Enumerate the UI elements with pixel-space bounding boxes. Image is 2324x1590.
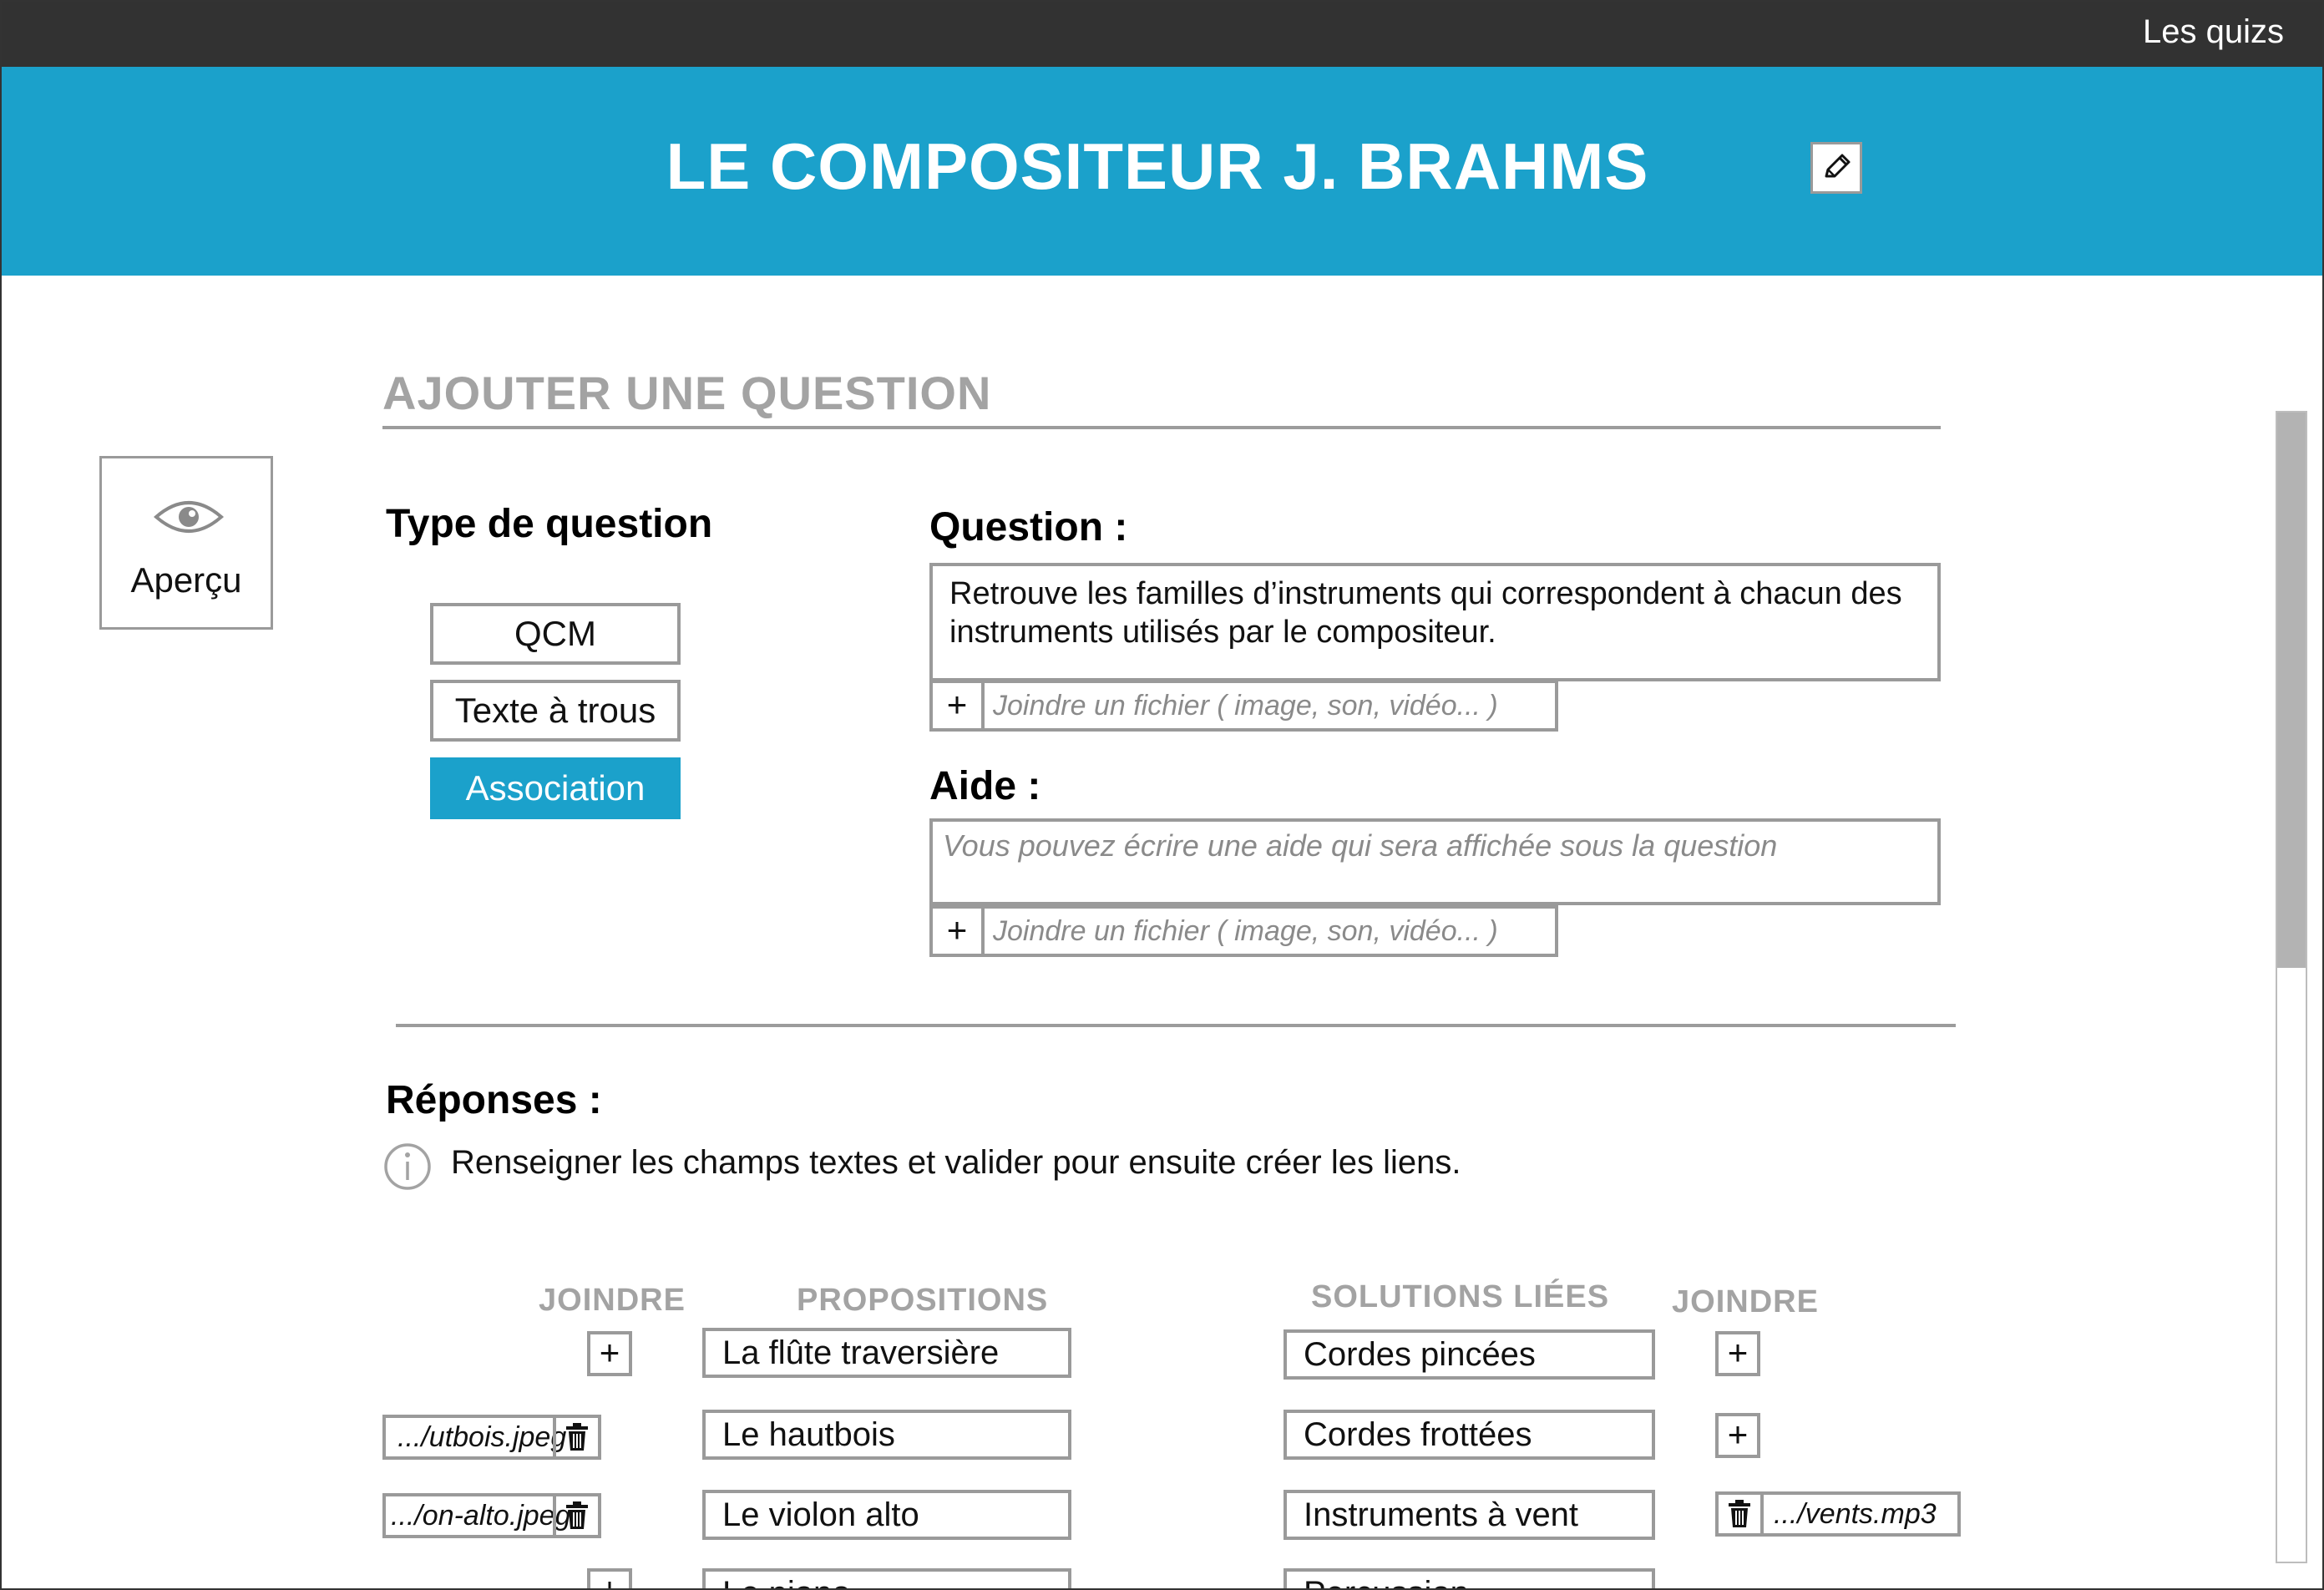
column-header-join-left: JOINDRE [539, 1283, 686, 1318]
eye-icon [154, 501, 224, 533]
solution-field[interactable]: Percussion [1284, 1568, 1655, 1588]
add-file-button[interactable]: + [1715, 1413, 1760, 1458]
quiz-title-text: LE COMPOSITEUR J. BRAHMS [666, 129, 1649, 203]
column-header-propositions: PROPOSITIONS [797, 1283, 1049, 1318]
solution-field[interactable]: Instruments à vent [1284, 1490, 1655, 1540]
quiz-title: LE COMPOSITEUR J. BRAHMS [2, 129, 2322, 205]
top-bar: Les quizs [2, 2, 2322, 67]
trash-icon [566, 1501, 588, 1529]
type-fill-in-button[interactable]: Texte à trous [430, 680, 681, 742]
column-header-join-right: JOINDRE [1672, 1284, 1819, 1319]
preview-button[interactable]: Aperçu [99, 456, 273, 630]
add-file-button[interactable]: + [933, 909, 985, 954]
add-file-button[interactable]: + [1715, 1331, 1760, 1376]
proposition-field[interactable]: La flûte traversière [702, 1328, 1071, 1378]
file-name: .../vents.mp3 [1774, 1498, 1937, 1530]
solution-field[interactable]: Cordes frottées [1284, 1410, 1655, 1460]
proposition-field[interactable]: Le piano [702, 1568, 1071, 1588]
quizzes-link[interactable]: Les quizs [2143, 13, 2284, 51]
delete-file-button[interactable] [553, 1496, 598, 1535]
solution-field[interactable]: Cordes pincées [1284, 1329, 1655, 1380]
delete-file-button[interactable] [553, 1418, 598, 1456]
trash-icon [1729, 1500, 1750, 1527]
type-qcm-button[interactable]: QCM [430, 603, 681, 665]
column-header-solutions: SOLUTIONS LIÉES [1311, 1279, 1610, 1314]
help-heading: Aide : [929, 764, 1041, 808]
type-association-button[interactable]: Association [430, 757, 681, 819]
file-name: .../on-alto.jpeg [391, 1500, 571, 1532]
add-file-button[interactable]: + [933, 683, 985, 728]
attach-placeholder: Joindre un fichier ( image, son, vidéo..… [993, 915, 1498, 947]
add-file-button[interactable]: + [587, 1331, 632, 1376]
question-type-heading: Type de question [386, 502, 713, 546]
add-file-button[interactable]: + [587, 1568, 632, 1588]
info-icon [384, 1143, 431, 1190]
preview-label: Aperçu [130, 560, 242, 600]
help-attach-field[interactable]: + Joindre un fichier ( image, son, vidéo… [929, 905, 1558, 957]
scrollbar-thumb[interactable] [2277, 413, 2306, 968]
app-window: Les quizs LE COMPOSITEUR J. BRAHMS AJOUT… [0, 0, 2324, 1590]
trash-icon [566, 1423, 588, 1451]
proposition-field[interactable]: Le hautbois [702, 1410, 1071, 1460]
attached-file[interactable]: .../utbois.jpeg [382, 1415, 601, 1460]
answers-divider [396, 1024, 1956, 1027]
file-name: .../utbois.jpeg [397, 1421, 567, 1453]
attach-placeholder: Joindre un fichier ( image, son, vidéo..… [993, 690, 1498, 722]
proposition-field[interactable]: Le violon alto [702, 1490, 1071, 1540]
pencil-icon [1825, 154, 1851, 178]
question-attach-field[interactable]: + Joindre un fichier ( image, son, vidéo… [929, 680, 1558, 732]
answers-heading: Réponses : [386, 1078, 602, 1122]
section-title: AJOUTER UNE QUESTION [382, 367, 992, 419]
delete-file-button[interactable] [1719, 1495, 1764, 1533]
scrollbar[interactable] [2276, 411, 2307, 1563]
attached-file[interactable]: .../on-alto.jpeg [382, 1493, 601, 1538]
question-heading: Question : [929, 505, 1128, 549]
quiz-header: LE COMPOSITEUR J. BRAHMS [2, 67, 2322, 276]
question-textarea[interactable]: Retrouve les familles d’instruments qui … [929, 563, 1941, 681]
help-textarea[interactable]: Vous pouvez écrire une aide qui sera aff… [929, 818, 1941, 905]
edit-title-button[interactable] [1810, 142, 1862, 194]
attached-file[interactable]: .../vents.mp3 [1715, 1491, 1961, 1537]
section-divider [382, 426, 1941, 429]
answers-info-text: Renseigner les champs textes et valider … [451, 1144, 1461, 1181]
